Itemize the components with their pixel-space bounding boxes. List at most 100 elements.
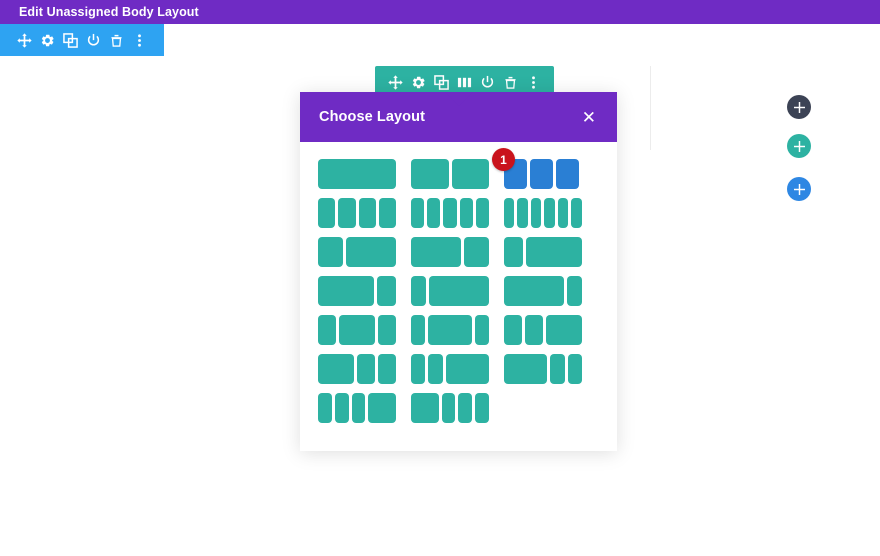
layout-row [318,276,599,306]
layout-column [517,198,528,228]
layout-5-column[interactable] [411,198,489,228]
selection-badge: 1 [492,148,515,171]
layout-column [318,237,343,267]
choose-layout-modal: Choose Layout ✕ 1 [300,92,617,451]
layout-row [318,393,599,423]
layout-column [411,315,426,345]
layout-column [334,393,349,423]
close-icon[interactable]: ✕ [578,105,600,130]
layout-column [530,198,542,228]
layout-column [556,159,579,189]
layout-column [474,315,489,345]
layout-column [358,198,376,228]
layout-row: 1 [318,148,599,189]
modal-title: Choose Layout [319,109,426,125]
layout-row [318,354,599,384]
layout-column [504,315,522,345]
add-module-button[interactable] [787,177,811,201]
layout-1-4-1-2-1-4[interactable] [318,315,396,345]
layout-column [567,276,582,306]
layout-column [504,237,523,267]
layout-1-5-1-5-3-5[interactable] [411,354,489,384]
layout-options-grid: 1 [300,142,617,451]
layout-column [557,198,569,228]
layout-6-column[interactable] [504,198,582,228]
layout-column [318,198,336,228]
layout-column [544,198,555,228]
layout-column [318,354,354,384]
layout-column [441,393,456,423]
layout-column [571,198,582,228]
layout-column [411,237,461,267]
layout-column [458,393,473,423]
layout-column [550,354,565,384]
power-icon[interactable] [82,24,105,56]
layout-1-2-1-4-1-4[interactable] [318,354,396,384]
layout-column [378,354,396,384]
layout-2-5-1-5-1-5-1-5[interactable] [411,393,489,423]
layout-column [428,315,472,345]
layout-column [318,315,336,345]
layout-1-5-3-5-1-5[interactable] [411,315,489,345]
layout-column [411,393,439,423]
layout-column [525,315,543,345]
section-toolbar [0,24,164,56]
layout-3-column[interactable]: 1 [492,148,582,189]
layout-column [338,198,356,228]
layout-4-column[interactable] [318,198,396,228]
layout-column [567,354,582,384]
layout-1-4-1-4-1-2[interactable] [504,315,582,345]
layout-column [318,276,375,306]
layout-2-column[interactable] [411,159,489,189]
layout-column [368,393,396,423]
layout-row [318,237,599,267]
layout-row [318,315,599,345]
layout-column [459,198,473,228]
layout-column [318,159,396,189]
layout-column [357,354,375,384]
layout-column [443,198,457,228]
more-options-icon[interactable] [128,24,151,56]
layout-column [318,393,332,423]
layout-column [504,354,548,384]
layout-1-5-4-5[interactable] [411,276,489,306]
layout-column [411,354,426,384]
layout-column [428,354,443,384]
add-row-button[interactable] [787,134,811,158]
move-icon[interactable] [13,24,36,56]
layout-column [339,315,375,345]
layout-column [546,315,582,345]
layout-column [411,159,449,189]
duplicate-icon[interactable] [59,24,82,56]
layout-column [475,198,489,228]
layout-column [451,159,489,189]
layout-3-5-1-5-1-5[interactable] [504,354,582,384]
modal-pointer-caret [445,92,473,106]
page-title: Edit Unassigned Body Layout [19,5,199,19]
layout-3-4-1-4[interactable] [318,276,396,306]
add-section-button[interactable] [787,95,811,119]
layout-1-4-3-4[interactable] [504,237,582,267]
layout-4-5-1-5[interactable] [504,276,582,306]
layout-column [504,198,515,228]
layout-column [429,276,489,306]
gear-icon[interactable] [36,24,59,56]
layout-row [318,198,599,228]
layout-2-3-1-3[interactable] [411,237,489,267]
layout-column [351,393,366,423]
layout-1-column[interactable] [318,159,396,189]
layout-column [475,393,489,423]
canvas-divider [650,66,651,150]
layout-column [411,198,425,228]
admin-bar: Edit Unassigned Body Layout [0,0,880,24]
trash-icon[interactable] [105,24,128,56]
layout-column [378,198,396,228]
layout-1-5-1-5-1-5-2-5[interactable] [318,393,396,423]
layout-column [346,237,396,267]
layout-column [445,354,489,384]
layout-column [463,237,489,267]
layout-column [377,276,396,306]
layout-column [530,159,553,189]
layout-column [427,198,441,228]
layout-1-3-2-3[interactable] [318,237,396,267]
